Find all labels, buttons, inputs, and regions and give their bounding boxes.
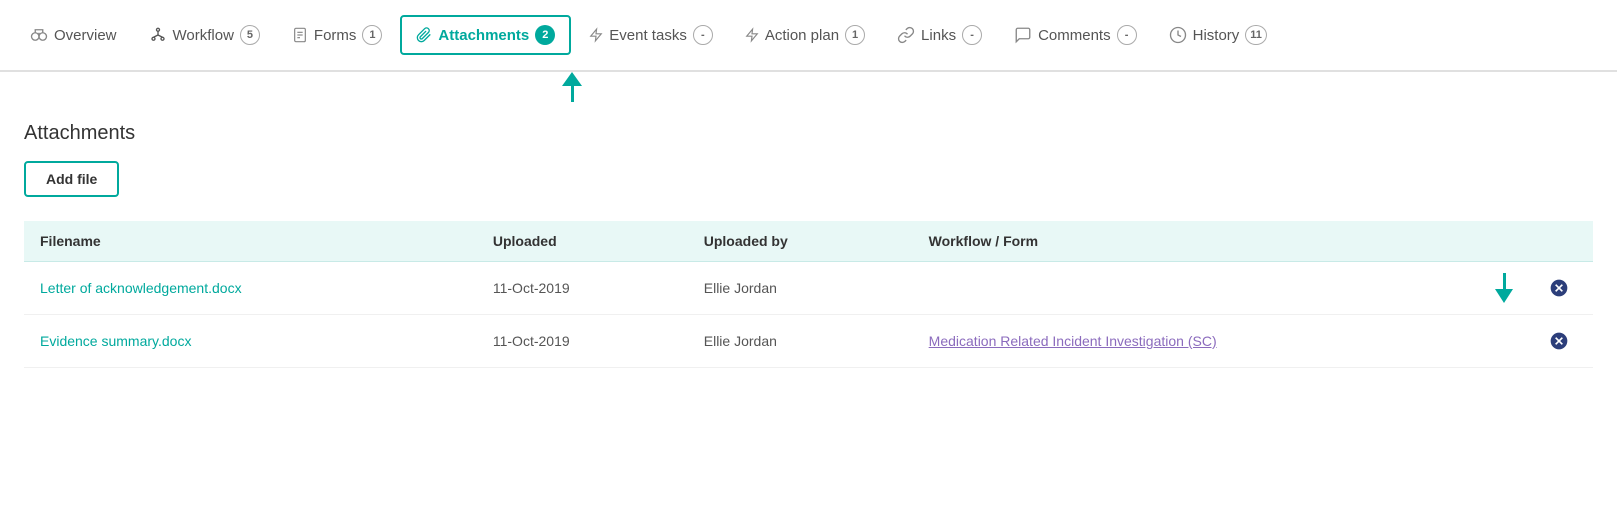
tab-label-forms: Forms bbox=[314, 27, 357, 44]
workflow-icon bbox=[149, 26, 167, 44]
add-file-button[interactable]: Add file bbox=[24, 161, 119, 197]
tab-label-overview: Overview bbox=[54, 27, 117, 44]
tab-action-plan[interactable]: Action plan 1 bbox=[731, 17, 879, 53]
paperclip-icon bbox=[416, 26, 432, 44]
col-header-filename: Filename bbox=[24, 221, 477, 262]
tab-badge-comments: - bbox=[1117, 25, 1137, 45]
history-icon bbox=[1169, 26, 1187, 44]
tab-attachments[interactable]: Attachments 2 bbox=[400, 15, 571, 55]
forms-icon bbox=[292, 26, 308, 44]
cell-uploaded-by: Ellie Jordan bbox=[688, 315, 913, 368]
col-header-uploaded: Uploaded bbox=[477, 221, 688, 262]
cell-filename[interactable]: Evidence summary.docx bbox=[24, 315, 477, 368]
cell-uploaded: 11-Oct-2019 bbox=[477, 262, 688, 315]
tab-badge-action-plan: 1 bbox=[845, 25, 865, 45]
tab-comments[interactable]: Comments- bbox=[1000, 17, 1151, 53]
tab-forms[interactable]: Forms 1 bbox=[278, 17, 397, 53]
col-header-actions bbox=[1533, 221, 1593, 262]
tab-label-action-plan: Action plan bbox=[765, 27, 839, 44]
comments-icon bbox=[1014, 26, 1032, 44]
tab-label-comments: Comments bbox=[1038, 27, 1111, 44]
table-row: Letter of acknowledgement.docx11-Oct-201… bbox=[24, 262, 1593, 315]
tab-badge-links: - bbox=[962, 25, 982, 45]
cell-uploaded: 11-Oct-2019 bbox=[477, 315, 688, 368]
table-row: Evidence summary.docx11-Oct-2019Ellie Jo… bbox=[24, 315, 1593, 368]
tab-badge-forms: 1 bbox=[362, 25, 382, 45]
tab-overview[interactable]: Overview bbox=[16, 18, 131, 52]
col-header-uploaded_by: Uploaded by bbox=[688, 221, 913, 262]
tab-badge-history: 11 bbox=[1245, 25, 1267, 45]
active-tab-arrow-row bbox=[0, 72, 1617, 102]
cell-actions[interactable] bbox=[1533, 315, 1593, 368]
tab-badge-event-tasks: - bbox=[693, 25, 713, 45]
action-plan-icon bbox=[745, 26, 759, 44]
cell-filename[interactable]: Letter of acknowledgement.docx bbox=[24, 262, 477, 315]
cell-workflow-form[interactable]: Medication Related Incident Investigatio… bbox=[913, 315, 1533, 368]
delete-row-button[interactable] bbox=[1549, 331, 1569, 351]
tab-label-event-tasks: Event tasks bbox=[609, 27, 687, 44]
content-area: Attachments Add file FilenameUploadedUpl… bbox=[0, 102, 1617, 388]
cell-workflow-form bbox=[913, 262, 1533, 315]
close-circle-icon bbox=[1549, 278, 1569, 298]
tab-label-links: Links bbox=[921, 27, 956, 44]
tab-label-workflow: Workflow bbox=[173, 27, 234, 44]
tab-badge-attachments: 2 bbox=[535, 25, 555, 45]
attachments-table: FilenameUploadedUploaded byWorkflow / Fo… bbox=[24, 221, 1593, 368]
cell-uploaded-by: Ellie Jordan bbox=[688, 262, 913, 315]
tab-history[interactable]: History 11 bbox=[1155, 17, 1281, 53]
tab-badge-workflow: 5 bbox=[240, 25, 260, 45]
tab-links[interactable]: Links- bbox=[883, 17, 996, 53]
tab-label-attachments: Attachments bbox=[438, 27, 529, 44]
section-title: Attachments bbox=[24, 122, 1593, 145]
col-header-workflow_form: Workflow / Form bbox=[913, 221, 1533, 262]
close-circle-icon bbox=[1549, 331, 1569, 351]
cell-actions[interactable] bbox=[1533, 262, 1593, 315]
bolt-icon bbox=[589, 26, 603, 44]
tab-workflow[interactable]: Workflow 5 bbox=[135, 17, 274, 53]
active-tab-arrow-indicator bbox=[562, 72, 582, 102]
table-header-row: FilenameUploadedUploaded byWorkflow / Fo… bbox=[24, 221, 1593, 262]
tab-event-tasks[interactable]: Event tasks- bbox=[575, 17, 727, 53]
row-arrow-indicator bbox=[1495, 273, 1513, 303]
tab-label-history: History bbox=[1193, 27, 1240, 44]
links-icon bbox=[897, 26, 915, 44]
binoculars-icon bbox=[30, 26, 48, 44]
tab-bar: Overview Workflow 5 Forms 1 Attachments 2 Event… bbox=[0, 0, 1617, 72]
delete-row-button[interactable] bbox=[1549, 278, 1569, 298]
